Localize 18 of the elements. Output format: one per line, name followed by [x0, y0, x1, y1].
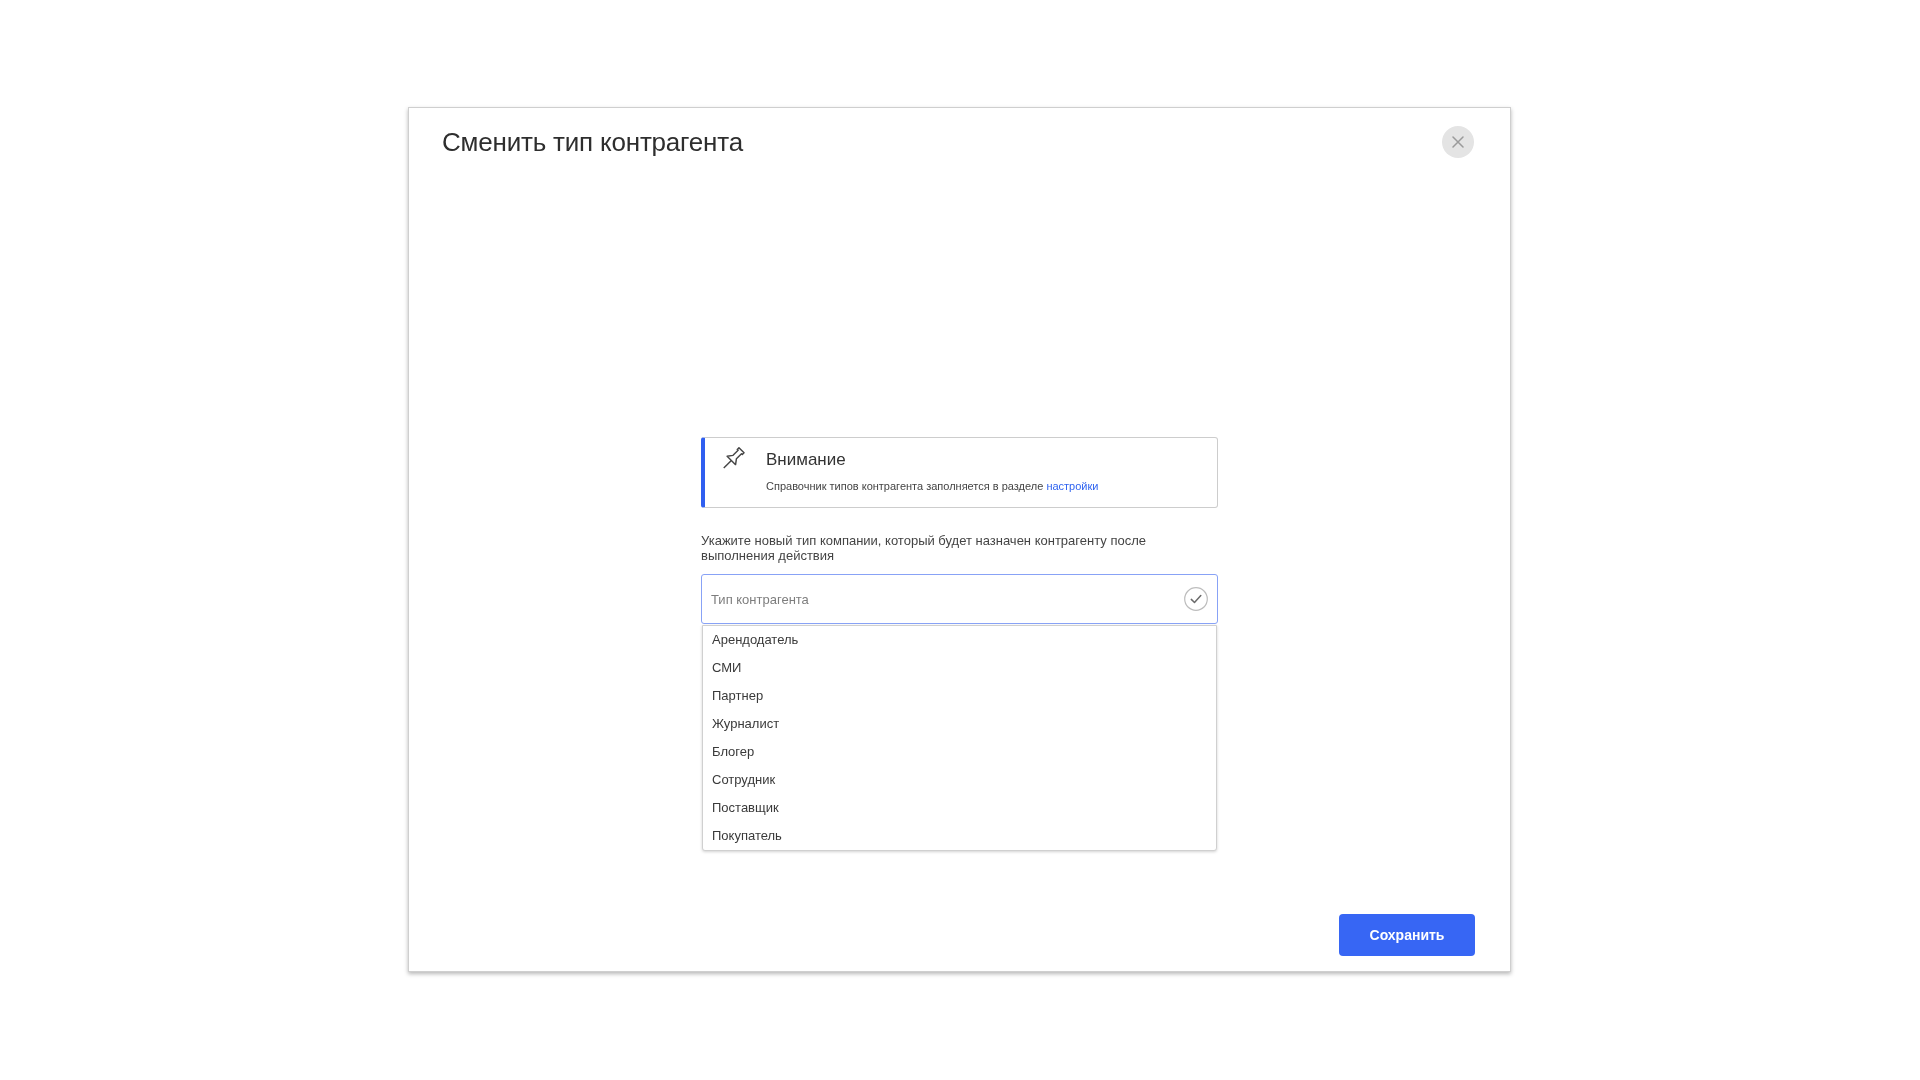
prompt-text: Укажите новый тип компании, который будет назначен контрагенту после выполнения действия: [701, 533, 1147, 563]
check-circle-icon[interactable]: [1184, 587, 1208, 611]
counterparty-type-field[interactable]: Тип контрагента: [701, 574, 1218, 624]
save-button[interactable]: Сохранить: [1339, 914, 1475, 956]
dropdown-option[interactable]: Сотрудник: [703, 766, 1216, 794]
close-icon: [1452, 136, 1464, 148]
dialog-title: Сменить тип контрагента: [442, 126, 743, 159]
dropdown-option[interactable]: СМИ: [703, 654, 1216, 682]
pushpin-icon: [723, 447, 745, 469]
dropdown-option[interactable]: Партнер: [703, 682, 1216, 710]
dropdown-option[interactable]: Поставщик: [703, 794, 1216, 822]
settings-link[interactable]: настройки: [1046, 480, 1099, 492]
dropdown-option[interactable]: Арендодатель: [703, 626, 1216, 654]
dropdown-option[interactable]: Блогер: [703, 738, 1216, 766]
notice-text: Справочник типов контрагента заполняется в разделе настройки: [766, 479, 1099, 493]
dropdown-option[interactable]: Покупатель: [703, 822, 1216, 850]
notice-title: Внимание: [766, 449, 847, 471]
dropdown-option[interactable]: Журналист: [703, 710, 1216, 738]
